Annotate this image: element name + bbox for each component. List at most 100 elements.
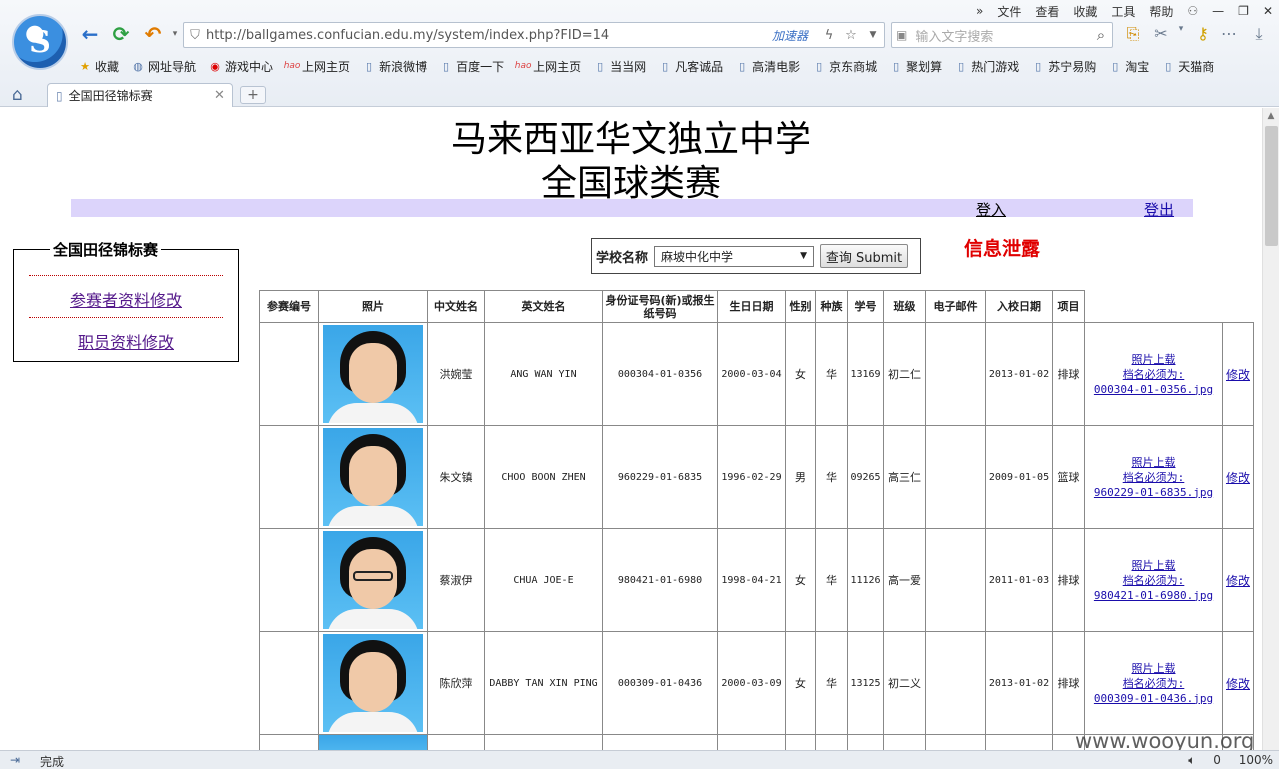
bookmark-item[interactable]: hao 上网主页 [283,58,350,75]
edit-link[interactable]: 修改 [1226,675,1250,692]
bookmark-item[interactable]: ★ 收藏 [78,58,119,75]
table-cell-en: DABBY TAN XIN PING [484,631,603,735]
required-filename[interactable]: 960229-01-6835.jpg [1094,485,1213,500]
url-text[interactable]: http://ballgames.confucian.edu.my/system… [206,28,772,43]
scissors-dropdown-icon[interactable]: ▾ [1170,24,1192,46]
page-icon: ▯ [56,88,63,103]
bookmark-item[interactable]: hao 上网主页 [515,58,581,75]
download-icon[interactable]: ⤓ [1248,24,1270,46]
tab-label: 全国田径锦标赛 [68,89,153,103]
filename-requirement[interactable]: 档名必须为: [1123,367,1185,382]
filename-requirement[interactable]: 档名必须为: [1123,676,1185,691]
close-tab-icon[interactable]: ✕ [214,88,232,103]
bookmark-item[interactable]: ▯ 淘宝 [1108,58,1149,75]
bookmark-tool-icon[interactable]: ⎘ [1122,24,1144,46]
bookmark-item[interactable]: ▯ 聚划算 [889,58,942,75]
scroll-thumb[interactable] [1265,126,1278,246]
search-box[interactable]: ▣ 输入文字搜索 ⌕ [891,22,1113,48]
table-cell-num [259,425,319,529]
browser-logo-icon[interactable]: S [12,14,68,70]
table-cell-dob: 1996-02-29 [717,425,786,529]
student-photo [318,322,428,426]
required-filename[interactable]: 000309-01-0436.jpg [1094,691,1213,706]
star-icon[interactable]: ☆ [840,28,862,43]
menu-tools[interactable]: 工具 [1111,3,1135,20]
bookmark-item[interactable]: ▯ 凡客诚品 [658,58,723,75]
sidebar-toggle-icon[interactable]: ⇥ [10,753,20,767]
restore-icon[interactable]: ❐ [1238,4,1249,18]
key-icon[interactable]: ⚷ [1192,24,1214,46]
refresh-icon[interactable]: ⟳ [109,22,133,46]
tab-active[interactable]: ▯ 全国田径锦标赛 ✕ [47,83,233,107]
page-viewport: 马来西亚华文独立中学 全国球类赛 登入 登出 全国田径锦标赛 参赛者资料修改 职… [0,108,1262,750]
new-tab-button[interactable]: + [240,86,266,104]
table-cell-race: 华 [815,528,848,632]
school-query-form: 学校名称 麻坡中化中学 ▼ 查询 Submit [591,238,921,274]
bookmark-item[interactable]: ◍ 网址导航 [131,58,196,75]
photo-upload-link[interactable]: 照片上载 [1132,558,1176,573]
status-bar: ⇥ 完成 🔈︎ 0 100% [0,750,1279,769]
accelerator-button[interactable]: 加速器 [772,27,808,44]
table-cell-cn: 洪婉莹 [427,322,485,426]
menu-view[interactable]: 查看 [1035,3,1059,20]
school-label: 学校名称 [596,250,649,266]
photo-upload-link[interactable]: 照片上载 [1132,661,1176,676]
search-engine-icon[interactable]: ▣ [896,28,907,42]
scroll-up-icon[interactable]: ▲ [1263,108,1279,125]
address-bar[interactable]: ⛉ http://ballgames.confucian.edu.my/syst… [183,22,885,48]
sidebar-link-staff[interactable]: 职员资料修改 [13,329,239,353]
table-cell-partial [925,734,986,750]
lightning-icon[interactable]: ϟ [818,28,840,43]
hao-icon: hao [283,61,301,71]
undo-icon[interactable]: ↶ [141,22,165,46]
skin-icon[interactable]: ⚇ [1187,4,1198,18]
submit-button[interactable]: 查询 Submit [820,244,909,268]
home-icon[interactable]: ⌂ [12,85,23,105]
bookmark-item[interactable]: ▯ 高清电影 [735,58,800,75]
search-input[interactable]: 输入文字搜索 [907,26,1090,45]
vertical-scrollbar[interactable]: ▲ [1262,108,1279,750]
logout-link[interactable]: 登出 [1144,199,1174,220]
bookmark-item[interactable]: ▯ 天猫商 [1161,58,1214,75]
table-cell-dob: 2000-03-04 [717,322,786,426]
speaker-icon[interactable]: 🔈︎ [1188,753,1195,767]
table-cell-ic: 980421-01-6980 [602,528,718,632]
bookmark-item[interactable]: ▯ 热门游戏 [954,58,1019,75]
close-window-icon[interactable]: ✕ [1263,4,1273,18]
table-cell-partial [785,734,816,750]
favorites-star-icon: ★ [80,59,90,73]
table-cell-en: CHOO BOON ZHEN [484,425,603,529]
search-icon[interactable]: ⌕ [1090,26,1112,44]
menu-favorites[interactable]: 收藏 [1073,3,1097,20]
school-select[interactable]: 麻坡中化中学 ▼ [654,245,815,267]
scissors-icon[interactable]: ✂ [1150,24,1172,46]
required-filename[interactable]: 000304-01-0356.jpg [1094,382,1213,397]
login-link[interactable]: 登入 [976,199,1006,220]
edit-cell: 修改 [1222,425,1254,529]
more-tools-icon[interactable]: ⋯ [1218,24,1240,46]
page-icon: ▯ [1112,59,1119,73]
sidebar-link-participants[interactable]: 参赛者资料修改 [13,287,239,311]
table-cell-cls: 高一爱 [883,528,926,632]
required-filename[interactable]: 980421-01-6980.jpg [1094,588,1213,603]
edit-link[interactable]: 修改 [1226,469,1250,486]
bookmark-item[interactable]: ▯ 苏宁易购 [1031,58,1096,75]
filename-requirement[interactable]: 档名必须为: [1123,573,1185,588]
filename-requirement[interactable]: 档名必须为: [1123,470,1185,485]
menu-help[interactable]: 帮助 [1149,3,1173,20]
edit-link[interactable]: 修改 [1226,572,1250,589]
bookmark-item[interactable]: ▯ 当当网 [593,58,646,75]
zoom-level[interactable]: 🔈︎ 0 100% [1188,753,1273,768]
minimize-icon[interactable]: — [1212,4,1224,18]
back-icon[interactable]: ← [78,22,102,46]
bookmark-item[interactable]: ◉ 游戏中心 [208,58,273,75]
bookmark-item[interactable]: ▯ 新浪微博 [362,58,427,75]
photo-upload-link[interactable]: 照片上载 [1132,352,1176,367]
edit-link[interactable]: 修改 [1226,366,1250,383]
bookmark-item[interactable]: ▯ 京东商城 [812,58,877,75]
bookmark-item[interactable]: ▯ 百度一下 [439,58,504,75]
menu-more[interactable]: » [976,4,983,18]
menu-file[interactable]: 文件 [997,3,1021,20]
address-dropdown-icon[interactable]: ▼ [862,30,884,40]
photo-upload-link[interactable]: 照片上载 [1132,455,1176,470]
